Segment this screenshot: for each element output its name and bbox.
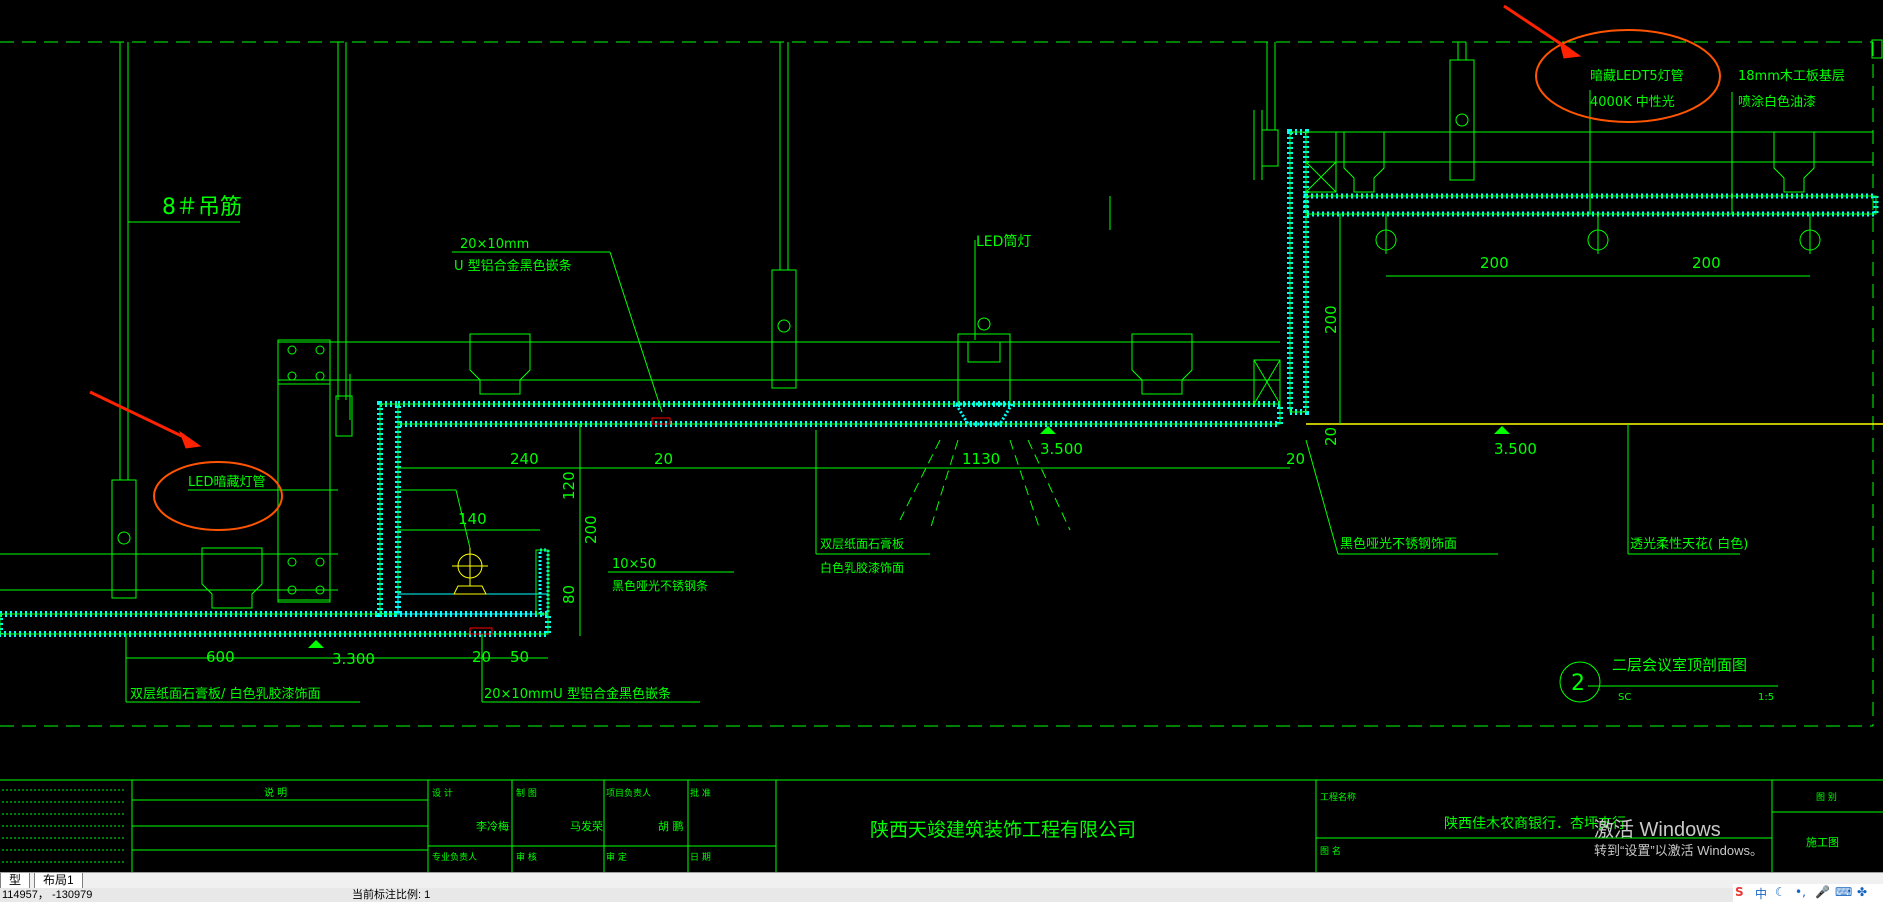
dim-80: 80 xyxy=(560,585,578,604)
label-u-profile-bottom: 20×10mmU 型铝合金黑色嵌条 xyxy=(484,686,671,702)
tb-project-lead-label: 专业负责人 xyxy=(432,851,477,863)
label-u-profile-size: 20×10mm xyxy=(460,237,529,252)
label-steel-size: 10×50 xyxy=(612,557,656,572)
sogou-icon[interactable]: S xyxy=(1735,885,1744,899)
dim-20c: 20 xyxy=(472,648,491,666)
elev-3500b: 3.500 xyxy=(1494,440,1537,458)
elev-3300: 3.300 xyxy=(332,650,375,668)
cad-drawing-canvas[interactable]: 8＃吊筋 20×10mm U 型铝合金黑色嵌条 LED筒灯 暗藏LEDT5灯管 … xyxy=(0,0,1883,872)
annotation-arrows xyxy=(89,4,1582,449)
dim-200a: 200 xyxy=(1480,254,1509,272)
windows-activation-watermark: 激活 Windows 转到“设置”以激活 Windows。 xyxy=(1594,818,1763,859)
label-hidden-t5: 暗藏LEDT5灯管 xyxy=(1590,69,1684,84)
tb-stage-label: 图 别 xyxy=(1816,792,1837,803)
punctuation-icon[interactable]: •, xyxy=(1795,885,1806,899)
dim-600: 600 xyxy=(206,648,235,666)
settings-icon[interactable]: ✤ xyxy=(1857,885,1867,899)
ceiling-boards xyxy=(0,129,1879,637)
tab-model[interactable]: 型 xyxy=(0,873,31,889)
label-hanger: 8＃吊筋 xyxy=(162,195,242,220)
elevation-markers xyxy=(308,426,1510,648)
dim-200b: 200 xyxy=(1692,254,1721,272)
layout-tab-bar: 型 布局1 xyxy=(0,872,1883,889)
label-hidden-t5-color: 4000K 中性光 xyxy=(1590,95,1675,110)
label-steel-trim: 黑色哑光不锈钢饰面 xyxy=(1340,536,1457,552)
hanger-rods xyxy=(111,42,1475,599)
t5-light-fittings xyxy=(1375,214,1821,254)
watermark-title: 激活 Windows xyxy=(1594,819,1721,841)
microphone-icon[interactable]: 🎤 xyxy=(1815,885,1830,899)
label-led-strip: LED暗藏灯管 xyxy=(188,475,265,490)
dim-200v: 200 xyxy=(582,515,600,544)
tb-drawing-name-label: 图 名 xyxy=(1320,845,1341,857)
label-led-downlight: LED筒灯 xyxy=(976,233,1031,250)
dim-200r: 200 xyxy=(1322,305,1340,334)
dim-20r: 20 xyxy=(1322,427,1340,446)
status-bar: 114957， -130979 当前标注比例: 1 xyxy=(0,888,1883,902)
tb-drawer-name: 李冷梅 xyxy=(476,819,509,833)
label-gypsum-left: 双层纸面石膏板/ 白色乳胶漆饰面 xyxy=(130,686,321,702)
keel-frames xyxy=(0,110,1873,603)
label-white-paint: 喷涂白色油漆 xyxy=(1738,94,1816,110)
dim-140: 140 xyxy=(458,510,487,528)
tab-layout1[interactable]: 布局1 xyxy=(34,873,83,889)
keyboard-icon[interactable]: ⌨ xyxy=(1835,885,1852,899)
tb-notes-lines xyxy=(2,789,124,863)
tb-reviewer-name: 胡 鹏 xyxy=(658,819,684,833)
tb-approver-label: 批 准 xyxy=(690,787,711,799)
led-strip-fixture xyxy=(398,529,540,595)
dim-120: 120 xyxy=(560,471,578,500)
label-gypsum-mid-1: 双层纸面石膏板 xyxy=(820,536,904,551)
dim-50: 50 xyxy=(510,648,529,666)
ime-indicator[interactable]: 中 xyxy=(1755,885,1767,902)
label-soft-film: 透光柔性天花( 白色) xyxy=(1630,536,1748,552)
tb-project-label: 工程名称 xyxy=(1320,791,1356,803)
tb-drawer-label: 设 计 xyxy=(432,787,453,799)
tb-review-label: 审 核 xyxy=(516,851,537,863)
dim-20b: 20 xyxy=(1286,450,1305,468)
label-section-sub: SC xyxy=(1618,692,1631,703)
dim-1130: 1130 xyxy=(962,450,1000,468)
label-steel-desc: 黑色哑光不锈钢条 xyxy=(612,579,708,593)
annotation-circles xyxy=(153,29,1721,531)
label-section-title: 二层会议室顶剖面图 xyxy=(1612,656,1747,674)
label-section-scale: 1:5 xyxy=(1758,692,1774,703)
coordinates-readout: 114957， -130979 xyxy=(2,889,93,901)
label-plywood: 18mm木工板基层 xyxy=(1738,69,1845,84)
tb-stage: 施工图 xyxy=(1806,836,1839,849)
moon-icon[interactable]: ☾ xyxy=(1775,885,1786,899)
annotation-scale-readout[interactable]: 当前标注比例: 1 xyxy=(352,888,430,902)
elev-3500a: 3.500 xyxy=(1040,440,1083,458)
u-keel-profiles xyxy=(201,131,1815,615)
dim-240: 240 xyxy=(510,450,539,468)
tb-notes-header: 说 明 xyxy=(264,786,287,799)
dim-20a: 20 xyxy=(654,450,673,468)
label-gypsum-mid-2: 白色乳胶漆饰面 xyxy=(820,560,904,575)
tb-checker-name: 马发荣 xyxy=(570,819,603,833)
label-u-profile-desc: U 型铝合金黑色嵌条 xyxy=(454,258,572,274)
watermark-subtitle: 转到“设置”以激活 Windows。 xyxy=(1594,843,1764,858)
tb-reviewer-label: 项目负责人 xyxy=(606,787,651,799)
system-tray: S 中 ☾ •, 🎤 ⌨ ✤ xyxy=(1733,884,1883,902)
led-downlight-fixture xyxy=(899,240,1071,531)
tb-checker-label: 制 图 xyxy=(516,787,537,799)
label-section-no: 2 xyxy=(1571,671,1585,696)
tb-company: 陕西天竣建筑装饰工程有限公司 xyxy=(870,819,1136,841)
tb-date-label: 日 期 xyxy=(690,852,711,863)
leader-lines xyxy=(125,90,1778,703)
tb-audit-label: 审 定 xyxy=(606,851,627,863)
